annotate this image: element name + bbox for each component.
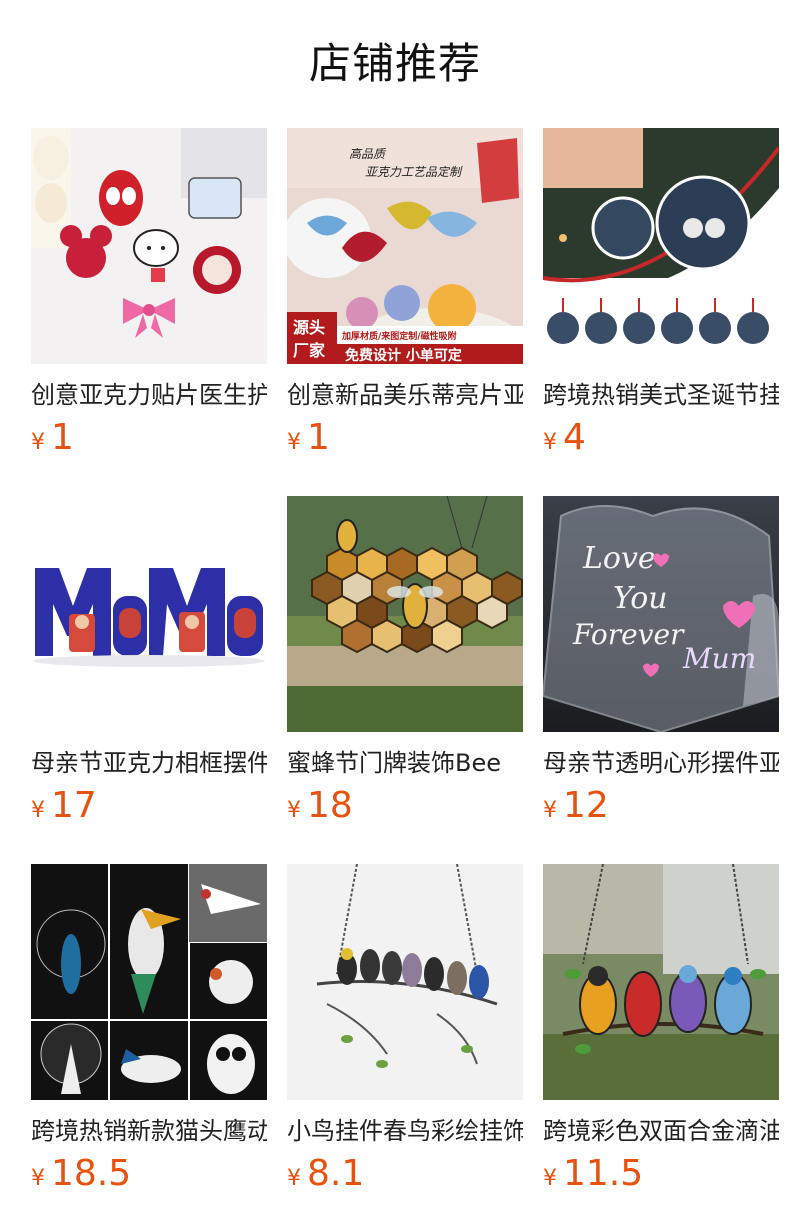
- product-card[interactable]: 跨境彩色双面合金滴油挂件 ¥11.5: [543, 864, 779, 1204]
- price-value: 18.5: [51, 1153, 132, 1194]
- product-image[interactable]: [287, 496, 523, 732]
- product-image[interactable]: [31, 864, 267, 1100]
- product-price: ¥4: [543, 416, 586, 460]
- currency-symbol: ¥: [287, 798, 301, 823]
- product-image[interactable]: 高品质 亚克力工艺品定制 源头 厂家 加厚材质/来图定制/磁性吸附 免费设计 小…: [287, 128, 523, 364]
- currency-symbol: ¥: [543, 798, 557, 823]
- product-image[interactable]: [543, 864, 779, 1100]
- price-value: 18: [307, 785, 353, 826]
- product-price: ¥17: [31, 784, 97, 828]
- currency-symbol: ¥: [31, 1166, 45, 1191]
- currency-symbol: ¥: [31, 430, 45, 455]
- shop-recommendations-page: 店铺推荐 创意亚克力贴片医生护 ¥ 1 高品质 亚克力工艺品定制 源头 厂家 加…: [0, 0, 790, 1232]
- product-image[interactable]: [287, 864, 523, 1100]
- price-value: 8.1: [307, 1153, 365, 1194]
- product-name[interactable]: 创意亚克力贴片医生护士: [31, 378, 267, 412]
- product-image[interactable]: [543, 128, 779, 364]
- image-caption: 厂家: [293, 341, 326, 360]
- product-price: ¥1: [287, 416, 330, 460]
- image-caption: You: [613, 581, 668, 616]
- product-image[interactable]: Love You Forever Mum: [543, 496, 779, 732]
- currency-symbol: ¥: [543, 430, 557, 455]
- price-value: 11.5: [563, 1153, 644, 1194]
- price-value: 17: [51, 785, 97, 826]
- product-price: ¥1: [31, 416, 74, 460]
- image-caption: 免费设计 小单可定: [345, 347, 462, 364]
- product-card[interactable]: 跨境热销美式圣诞节挂件 ¥4: [543, 128, 779, 468]
- product-price: ¥11.5: [543, 1152, 643, 1196]
- image-caption: Mum: [682, 642, 756, 675]
- product-name[interactable]: 创意新品美乐蒂亮片亚克力: [287, 378, 523, 412]
- page-title: 店铺推荐: [308, 39, 481, 88]
- image-caption: Love: [582, 541, 656, 576]
- product-name[interactable]: 母亲节透明心形摆件亚克力: [543, 746, 779, 780]
- product-name[interactable]: 母亲节亚克力相框摆件: [31, 746, 267, 780]
- product-name[interactable]: 小鸟挂件春鸟彩绘挂饰: [287, 1114, 523, 1148]
- product-name[interactable]: 蜜蜂节门牌装饰Bee: [287, 746, 523, 780]
- image-caption: 高品质: [349, 147, 387, 161]
- product-name[interactable]: 跨境热销新款猫头鹰动物: [31, 1114, 267, 1148]
- product-card[interactable]: 母亲节亚克力相框摆件 ¥17: [31, 496, 267, 836]
- image-caption: 加厚材质/来图定制/磁性吸附: [341, 330, 457, 342]
- product-name[interactable]: 跨境热销美式圣诞节挂件: [543, 378, 779, 412]
- product-name[interactable]: 跨境彩色双面合金滴油挂件: [543, 1114, 779, 1148]
- product-price: ¥8.1: [287, 1152, 364, 1196]
- currency-symbol: ¥: [287, 1166, 301, 1191]
- product-image[interactable]: [31, 128, 267, 364]
- image-caption: 源头: [293, 318, 325, 337]
- image-caption: 亚克力工艺品定制: [365, 165, 463, 179]
- product-price: ¥18.5: [31, 1152, 131, 1196]
- price-value: 12: [563, 785, 609, 826]
- product-price: ¥12: [543, 784, 609, 828]
- price-value: 1: [51, 417, 74, 458]
- currency-symbol: ¥: [543, 1166, 557, 1191]
- price-value: 4: [563, 417, 586, 458]
- product-card[interactable]: 创意亚克力贴片医生护士 ¥1: [31, 128, 267, 468]
- product-image[interactable]: [31, 496, 267, 732]
- currency-symbol: ¥: [31, 798, 45, 823]
- product-card[interactable]: Love You Forever Mum 母亲节透明心形摆件亚克力 ¥12: [543, 496, 779, 836]
- product-card[interactable]: 跨境热销新款猫头鹰动物 ¥18.5: [31, 864, 267, 1204]
- currency-symbol: ¥: [287, 430, 301, 455]
- product-price: ¥18: [287, 784, 353, 828]
- product-card[interactable]: 蜜蜂节门牌装饰Bee ¥18: [287, 496, 523, 836]
- price-value: 1: [307, 417, 330, 458]
- image-caption: Forever: [572, 618, 685, 651]
- product-card[interactable]: 小鸟挂件春鸟彩绘挂饰 ¥8.1: [287, 864, 523, 1204]
- product-card[interactable]: 高品质 亚克力工艺品定制 源头 厂家 加厚材质/来图定制/磁性吸附 免费设计 小…: [287, 128, 523, 468]
